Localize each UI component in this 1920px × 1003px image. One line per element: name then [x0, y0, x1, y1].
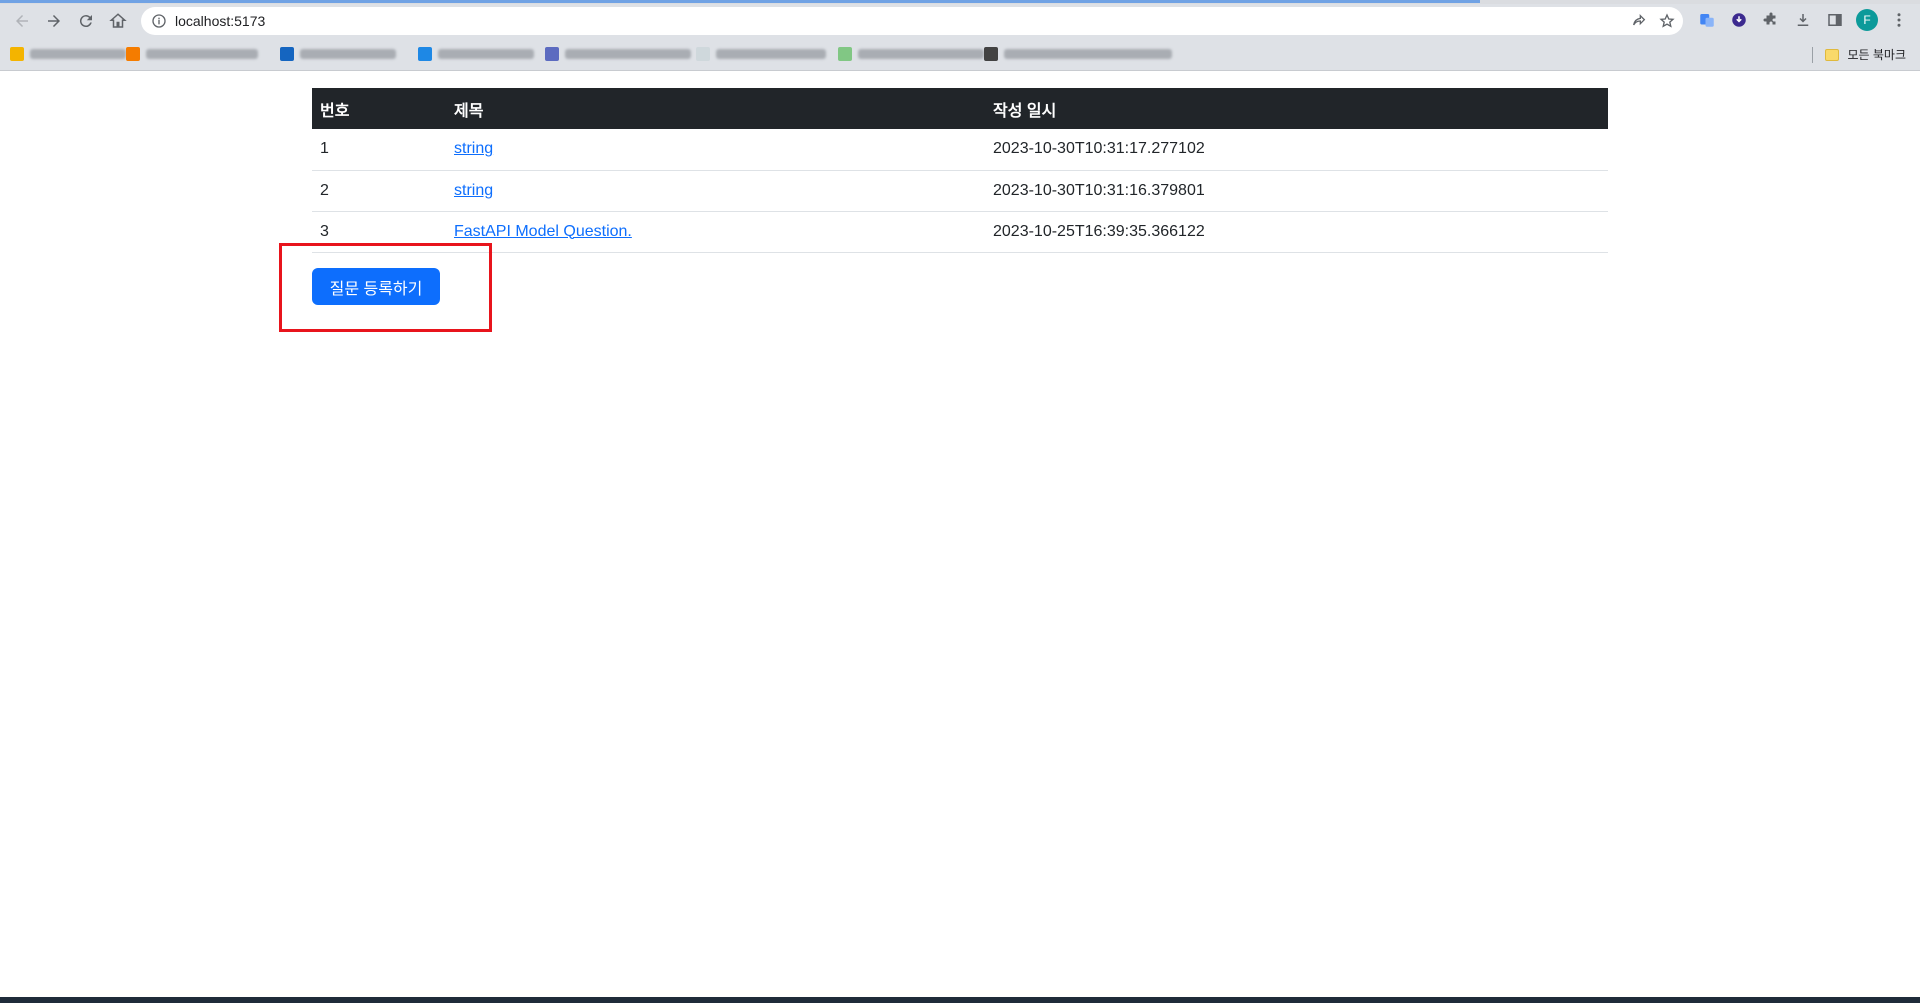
bookmark-favicon-icon	[696, 47, 710, 61]
all-bookmarks-label: 모든 북마크	[1847, 48, 1906, 62]
header-title: 제목	[454, 102, 484, 120]
reload-button[interactable]	[70, 7, 102, 35]
bookmark-favicon-icon	[126, 47, 140, 61]
bookmark-item[interactable]	[984, 46, 1172, 62]
bookmark-favicon-icon	[984, 47, 998, 61]
arrow-right-icon	[48, 15, 60, 27]
translate-extension-icon[interactable]	[1694, 7, 1720, 33]
download-manager-extension-icon[interactable]	[1726, 7, 1752, 33]
bookmark-favicon-icon	[838, 47, 852, 61]
row-title-cell: string	[446, 129, 985, 171]
puzzle-extensions-icon[interactable]	[1758, 7, 1784, 33]
browser-toolbar: localhost:5173 F	[0, 4, 1920, 38]
question-table: 번호 제목 작성 일시 1 string 2023-10-30T10:31:17…	[312, 88, 1608, 253]
question-title-link[interactable]: string	[454, 140, 493, 157]
home-icon	[109, 13, 127, 28]
menu-kebab-icon[interactable]	[1886, 7, 1912, 33]
table-row: 3 FastAPI Model Question. 2023-10-25T16:…	[312, 211, 1608, 253]
bookmark-favicon-icon	[418, 47, 432, 61]
arrow-left-icon	[16, 15, 28, 27]
bookmarks-bar: 모든 북마크	[0, 38, 1920, 71]
star-icon[interactable]	[1657, 11, 1677, 31]
all-bookmarks-button[interactable]: 모든 북마크	[1812, 46, 1906, 63]
header-number: 번호	[320, 102, 350, 120]
header-date: 작성 일시	[993, 102, 1057, 120]
address-bar[interactable]: localhost:5173	[141, 7, 1683, 35]
row-date: 2023-10-30T10:31:16.379801	[985, 170, 1608, 212]
bookmark-item[interactable]	[126, 46, 258, 62]
row-date: 2023-10-25T16:39:35.366122	[985, 211, 1608, 253]
folder-icon	[1825, 48, 1840, 61]
forward-button[interactable]	[38, 7, 70, 35]
avatar-letter: F	[1856, 9, 1878, 31]
row-number: 1	[312, 129, 446, 171]
table-header-row: 번호 제목 작성 일시	[312, 88, 1608, 129]
back-button[interactable]	[6, 7, 38, 35]
bookmark-item[interactable]	[838, 46, 984, 62]
side-panel-icon[interactable]	[1822, 7, 1848, 33]
downloads-icon[interactable]	[1790, 7, 1816, 33]
row-date: 2023-10-30T10:31:17.277102	[985, 129, 1608, 171]
row-number: 2	[312, 170, 446, 212]
page-content: 번호 제목 작성 일시 1 string 2023-10-30T10:31:17…	[0, 72, 1920, 997]
bookmark-favicon-icon	[10, 47, 24, 61]
profile-avatar[interactable]: F	[1854, 7, 1880, 33]
info-icon[interactable]	[151, 13, 167, 29]
taskbar-edge	[0, 997, 1920, 1003]
bookmark-item[interactable]	[10, 46, 126, 62]
bookmark-item[interactable]	[280, 46, 396, 62]
table-row: 1 string 2023-10-30T10:31:17.277102	[312, 129, 1608, 171]
reload-icon	[79, 15, 92, 28]
question-list-container: 번호 제목 작성 일시 1 string 2023-10-30T10:31:17…	[312, 88, 1608, 253]
row-title-cell: FastAPI Model Question.	[446, 211, 985, 253]
row-title-cell: string	[446, 170, 985, 212]
url-text: localhost:5173	[175, 13, 266, 29]
create-question-button[interactable]: 질문 등록하기	[312, 268, 440, 305]
divider	[1812, 46, 1814, 63]
bookmark-favicon-icon	[280, 47, 294, 61]
share-icon[interactable]	[1629, 11, 1649, 31]
bookmark-item[interactable]	[696, 46, 826, 62]
bookmark-item[interactable]	[418, 46, 534, 62]
question-title-link[interactable]: FastAPI Model Question.	[454, 223, 632, 240]
table-row: 2 string 2023-10-30T10:31:16.379801	[312, 170, 1608, 212]
bookmark-favicon-icon	[545, 47, 559, 61]
bookmark-item[interactable]	[545, 46, 691, 62]
tab-accent	[0, 0, 1480, 3]
home-button[interactable]	[102, 7, 134, 35]
extensions-area: F	[1694, 7, 1912, 33]
question-title-link[interactable]: string	[454, 182, 493, 199]
